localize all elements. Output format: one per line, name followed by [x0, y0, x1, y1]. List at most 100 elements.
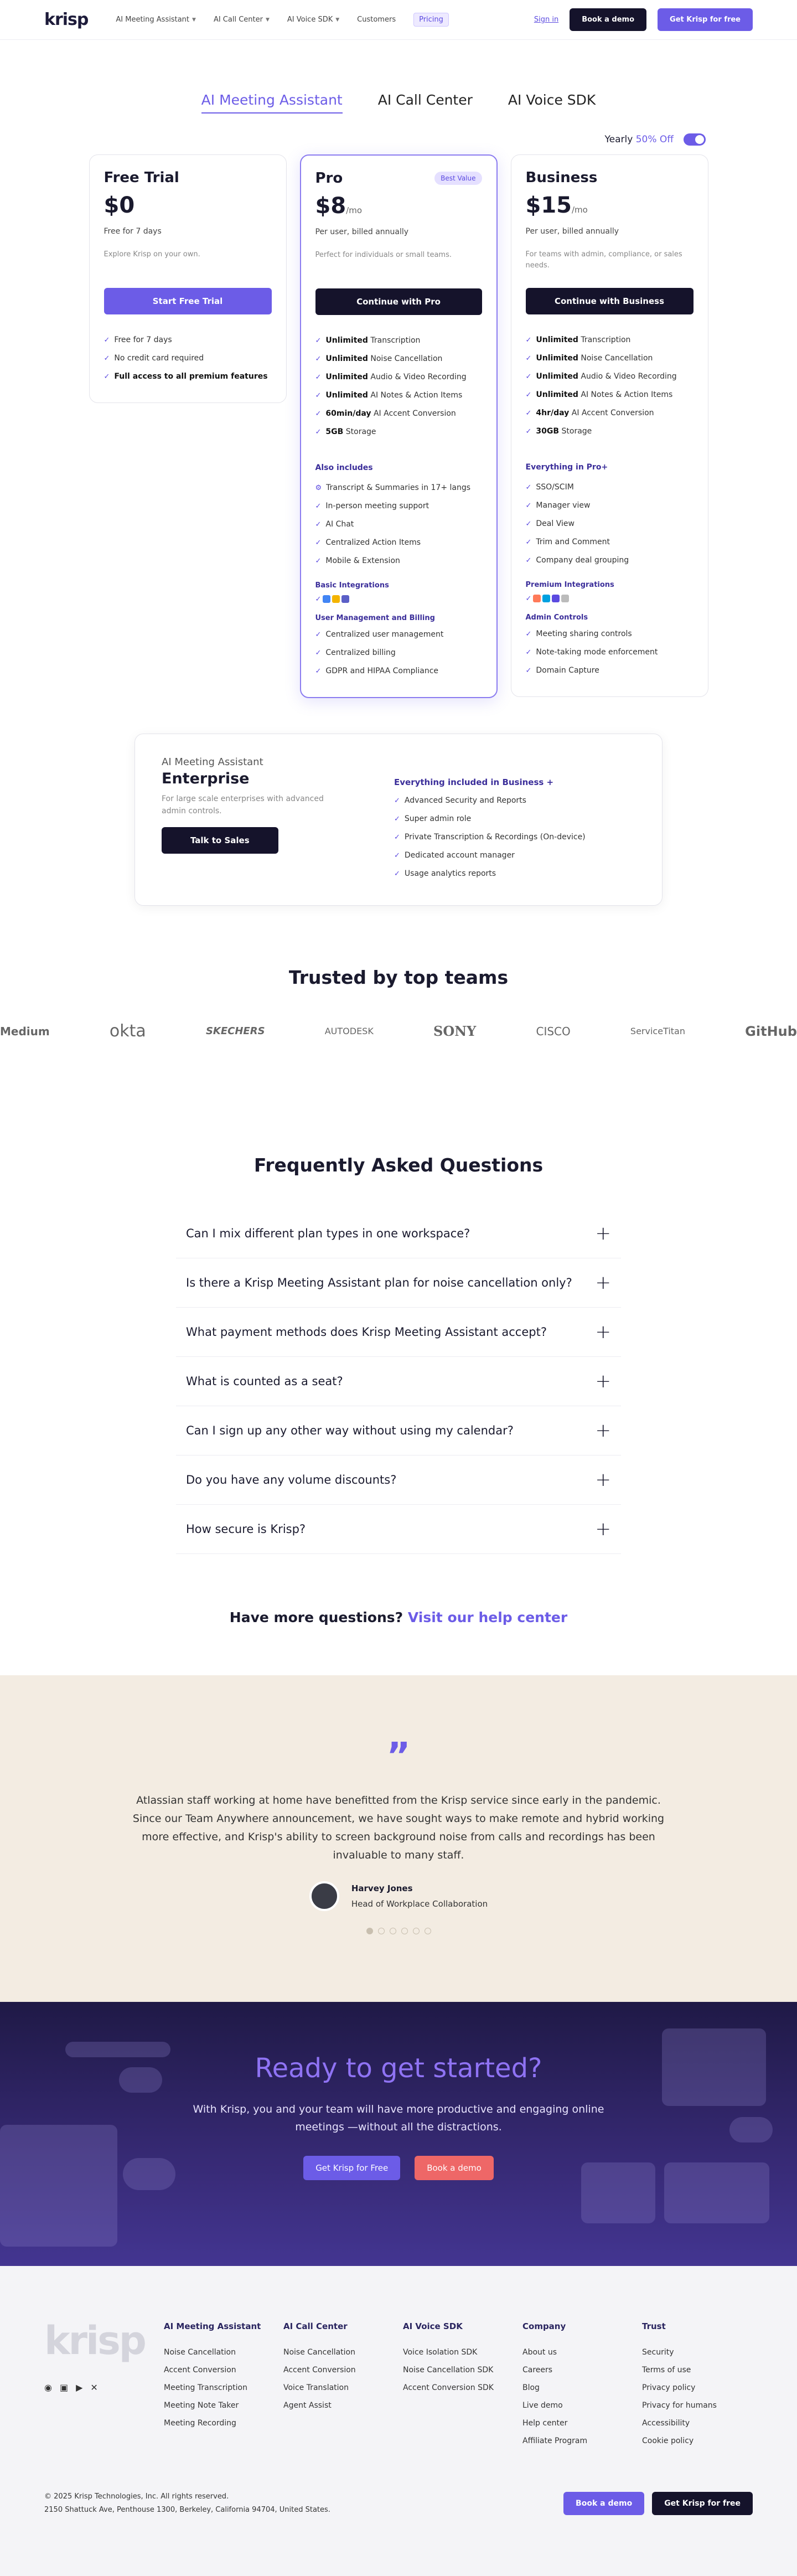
check-icon: ✓	[525, 409, 532, 417]
feature-rest: Audio & Video Recording	[578, 372, 677, 381]
feature-emphasis: 60min/day	[325, 409, 371, 418]
feature-text: Manager view	[536, 501, 591, 510]
continue-with-business-button[interactable]: Continue with Business	[525, 288, 694, 314]
facebook-icon[interactable]: ◉	[44, 2382, 52, 2393]
faq-item[interactable]: Can I mix different plan types in one wo…	[176, 1209, 621, 1258]
testimonial-text: Atlassian staff working at home have ben…	[132, 1794, 665, 1861]
footer-link[interactable]: Noise Cancellation	[283, 2343, 403, 2361]
footer-link[interactable]: Privacy for humans	[642, 2397, 731, 2414]
footer-link[interactable]: Meeting Transcription	[164, 2379, 283, 2397]
footer-link[interactable]: Security	[642, 2343, 731, 2361]
feature-text: Centralized billing	[325, 648, 396, 657]
everything-in-pro-title: Everything in Pro+	[525, 463, 608, 472]
footer-top: krisp ◉ ▣ ▶ ✕ AI Meeting Assistant Noise…	[44, 2321, 753, 2450]
footer-link[interactable]: Accent Conversion	[283, 2361, 403, 2379]
get-krisp-free-button[interactable]: Get Krisp for free	[658, 8, 753, 31]
check-icon: ✓	[103, 373, 110, 381]
book-demo-button[interactable]: Book a demo	[570, 8, 647, 31]
faq-item[interactable]: Do you have any volume discounts? +	[176, 1455, 621, 1505]
footer-link[interactable]: Voice Translation	[283, 2379, 403, 2397]
faq-item[interactable]: What payment methods does Krisp Meeting …	[176, 1308, 621, 1357]
sign-in-link[interactable]: Sign in	[534, 16, 558, 24]
discount-label: 50% Off	[635, 134, 674, 145]
nav-ai-meeting-assistant[interactable]: AI Meeting Assistant ▼	[116, 16, 196, 24]
price-value: $8	[315, 193, 346, 219]
integrations-title: Premium Integrations	[525, 581, 614, 589]
footer-link[interactable]: Affiliate Program	[522, 2432, 642, 2450]
get-krisp-free-button[interactable]: Get Krisp for free	[652, 2492, 753, 2515]
feature-emphasis: Unlimited	[325, 391, 368, 400]
footer-link[interactable]: About us	[522, 2343, 642, 2361]
footer-link[interactable]: Help center	[522, 2414, 642, 2432]
copyright: © 2025 Krisp Technologies, Inc. All righ…	[44, 2492, 229, 2501]
check-icon: ✓	[525, 667, 532, 675]
carousel-dot[interactable]	[424, 1928, 431, 1934]
book-demo-button[interactable]: Book a demo	[563, 2492, 645, 2515]
feature-rest: AI Accent Conversion	[371, 409, 456, 418]
billing-toggle[interactable]	[684, 133, 706, 146]
footer-link[interactable]: Cookie policy	[642, 2432, 731, 2450]
krisp-logo[interactable]: krisp	[44, 10, 89, 29]
footer-link[interactable]: Privacy policy	[642, 2379, 731, 2397]
nav-ai-call-center[interactable]: AI Call Center ▼	[214, 16, 270, 24]
footer-link[interactable]: Meeting Note Taker	[164, 2397, 283, 2414]
list-item: ✓ Centralized Action Items	[315, 534, 482, 552]
nav-customers[interactable]: Customers	[357, 16, 396, 24]
list-item: ✓ Private Transcription & Recordings (On-…	[394, 828, 586, 846]
list-item: ✓ Meeting sharing controls	[526, 625, 694, 643]
continue-with-pro-button[interactable]: Continue with Pro	[315, 288, 482, 315]
check-icon: ✓	[394, 851, 400, 860]
footer-link[interactable]: Terms of use	[642, 2361, 731, 2379]
feature-text: Company deal grouping	[536, 556, 629, 565]
feature-text: Unlimited Audio & Video Recording	[536, 368, 676, 386]
feature-emphasis: 4hr/day	[536, 409, 570, 417]
footer-link[interactable]: Voice Isolation SDK	[403, 2343, 522, 2361]
check-icon: ✓	[315, 667, 322, 675]
carousel-dot[interactable]	[401, 1928, 408, 1934]
footer-link[interactable]: Noise Cancellation SDK	[403, 2361, 522, 2379]
tab-ai-meeting-assistant[interactable]: AI Meeting Assistant	[201, 92, 343, 113]
user-management-title: User Management and Billing	[315, 614, 435, 622]
talk-to-sales-button[interactable]: Talk to Sales	[162, 827, 278, 854]
footer-link[interactable]: Blog	[522, 2379, 642, 2397]
footer-link[interactable]: Agent Assist	[283, 2397, 403, 2414]
carousel-dot[interactable]	[412, 1928, 420, 1934]
carousel-dot[interactable]	[377, 1928, 385, 1934]
faq-item[interactable]: Is there a Krisp Meeting Assistant plan …	[176, 1258, 621, 1308]
tab-ai-voice-sdk[interactable]: AI Voice SDK	[508, 92, 596, 113]
book-demo-button[interactable]: Book a demo	[415, 2156, 494, 2180]
footer-link[interactable]: Accent Conversion	[164, 2361, 283, 2379]
price-period: /mo	[572, 205, 588, 215]
get-krisp-free-button[interactable]: Get Krisp for Free	[303, 2156, 401, 2180]
linkedin-icon[interactable]: ▣	[60, 2382, 68, 2393]
youtube-icon[interactable]: ▶	[76, 2382, 82, 2393]
start-free-trial-button[interactable]: Start Free Trial	[103, 288, 272, 314]
integration-icons: ✓	[526, 595, 694, 603]
plus-icon: +	[595, 1469, 612, 1491]
decorative-card	[664, 2162, 769, 2223]
footer-link[interactable]: Noise Cancellation	[164, 2343, 283, 2361]
feature-text: Mobile & Extension	[325, 556, 400, 565]
nav-ai-voice-sdk[interactable]: AI Voice SDK ▼	[287, 16, 339, 24]
faq-item[interactable]: Can I sign up any other way without usin…	[176, 1406, 621, 1455]
footer-link[interactable]: Accessibility	[642, 2414, 731, 2432]
footer-logo[interactable]: krisp	[44, 2321, 164, 2360]
footer-link[interactable]: Careers	[522, 2361, 642, 2379]
footer-link[interactable]: Meeting Recording	[164, 2414, 283, 2432]
plan-price: $8/mo	[315, 193, 482, 219]
nav-pricing[interactable]: Pricing	[413, 13, 449, 27]
footer-link[interactable]: Live demo	[522, 2397, 642, 2414]
header-actions: Sign in Book a demo Get Krisp for free	[534, 8, 753, 31]
faq-item[interactable]: How secure is Krisp? +	[176, 1505, 621, 1554]
x-icon[interactable]: ✕	[90, 2382, 97, 2393]
tab-ai-call-center[interactable]: AI Call Center	[378, 92, 473, 113]
faq-item[interactable]: What is counted as a seat? +	[176, 1357, 621, 1406]
help-center-link[interactable]: Visit our help center	[408, 1609, 567, 1625]
carousel-dot[interactable]	[366, 1928, 373, 1934]
plus-icon: +	[595, 1518, 612, 1540]
check-icon: ✓	[525, 354, 532, 363]
business-extras-list: ✓ SSO/SCIM ✓ Manager view ✓ Deal View ✓ Trim…	[526, 478, 694, 570]
carousel-dot[interactable]	[389, 1928, 396, 1934]
list-item: ✓ Advanced Security and Reports	[394, 792, 586, 810]
footer-link[interactable]: Accent Conversion SDK	[403, 2379, 522, 2397]
